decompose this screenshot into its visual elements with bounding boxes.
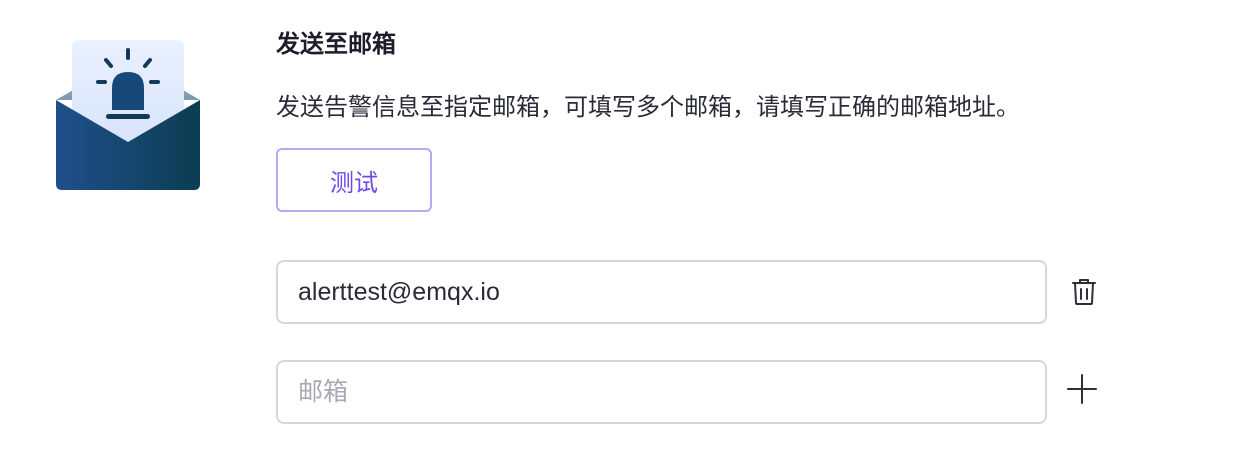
mail-alarm-icon: [56, 40, 200, 190]
plus-icon: [1067, 374, 1097, 404]
email-input[interactable]: [276, 260, 1047, 324]
trash-icon: [1072, 279, 1096, 305]
email-notification-panel: 发送至邮箱 发送告警信息至指定邮箱，可填写多个邮箱，请填写正确的邮箱地址。 测试: [0, 0, 1236, 460]
section-description: 发送告警信息至指定邮箱，可填写多个邮箱，请填写正确的邮箱地址。: [276, 94, 1020, 121]
email-input-new[interactable]: [276, 360, 1047, 424]
delete-email-button[interactable]: [1064, 272, 1104, 312]
add-email-button[interactable]: [1062, 369, 1102, 409]
test-button[interactable]: 测试: [276, 148, 432, 212]
section-title: 发送至邮箱: [276, 31, 396, 58]
